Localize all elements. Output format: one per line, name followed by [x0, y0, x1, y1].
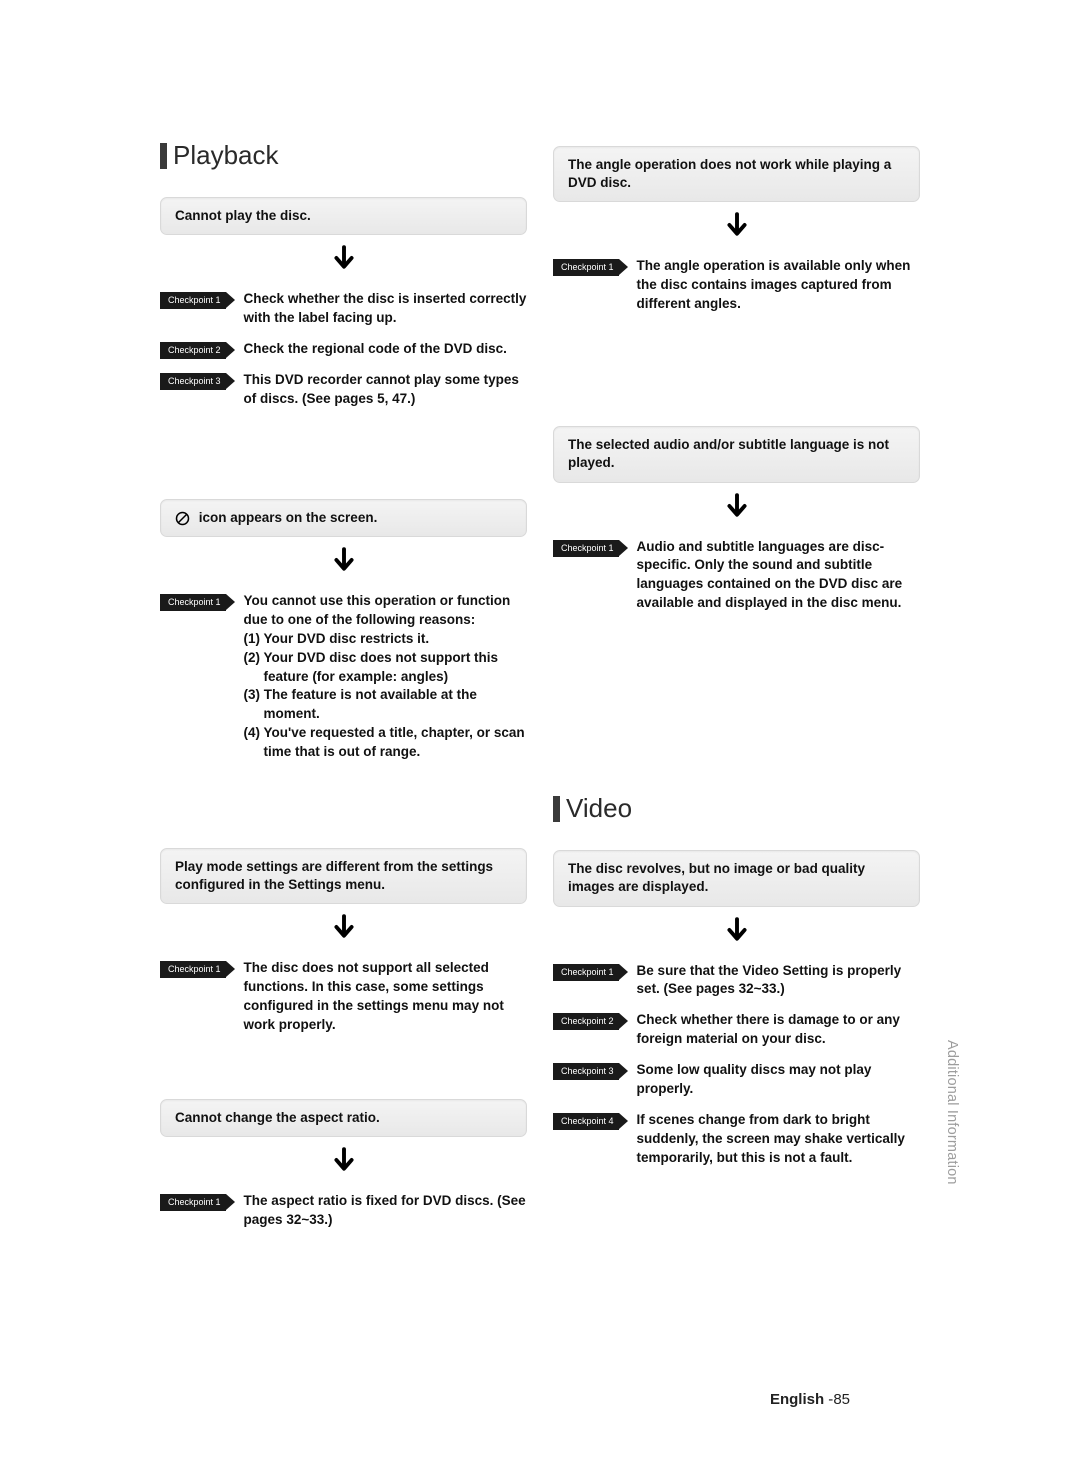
checkpoint-text: The disc does not support all selected f… [244, 959, 527, 1035]
prohibit-icon [175, 511, 190, 526]
checkpoint-sublist-item: (2) Your DVD disc does not support this … [244, 649, 527, 687]
checkpoint-row: Checkpoint 1 Be sure that the Video Setti… [553, 962, 920, 1000]
right-column: The angle operation does not work while … [553, 140, 920, 1260]
checkpoint-text: Check whether the disc is inserted corre… [244, 290, 527, 328]
checkpoint-badge: Checkpoint 1 [553, 964, 619, 981]
page: Playback Cannot play the disc. Checkpoint … [0, 0, 1080, 1470]
symptom-box: icon appears on the screen. [160, 499, 527, 537]
arrow-down [160, 245, 527, 276]
symptom-text: The disc revolves, but no image or bad q… [568, 861, 865, 894]
checkpoint-sublist-item: (4) You've requested a title, chapter, o… [244, 724, 527, 762]
troubleshoot-group: icon appears on the screen. Checkpoint 1 Y… [160, 499, 527, 762]
symptom-text: Cannot change the aspect ratio. [175, 1110, 380, 1125]
checkpoint-sublist-item: (3) The feature is not available at the … [244, 686, 527, 724]
left-column: Playback Cannot play the disc. Checkpoint … [160, 140, 527, 1260]
arrow-down-icon [331, 914, 357, 940]
symptom-text: icon appears on the screen. [199, 510, 378, 525]
arrow-down [160, 914, 527, 945]
checkpoint-badge: Checkpoint 1 [160, 594, 226, 611]
checkpoint-text: If scenes change from dark to bright sud… [637, 1111, 920, 1168]
arrow-down-icon [331, 547, 357, 573]
troubleshoot-group: Play mode settings are different from th… [160, 848, 527, 1035]
troubleshoot-group: Cannot change the aspect ratio. Checkpoin… [160, 1099, 527, 1230]
symptom-text: The angle operation does not work while … [568, 157, 891, 190]
checkpoint-badge: Checkpoint 1 [160, 1194, 226, 1211]
checkpoint-badge: Checkpoint 3 [553, 1063, 619, 1080]
checkpoint-text: Check the regional code of the DVD disc. [244, 340, 507, 359]
section-heading-text: Video [566, 793, 632, 824]
footer-language: English [770, 1391, 824, 1408]
checkpoint-badge: Checkpoint 1 [553, 540, 619, 557]
checkpoint-text: You cannot use this operation or functio… [244, 592, 527, 762]
troubleshoot-group: The angle operation does not work while … [553, 146, 920, 314]
checkpoint-row: Checkpoint 3 This DVD recorder cannot pla… [160, 371, 527, 409]
arrow-down [553, 493, 920, 524]
checkpoint-row: Checkpoint 3 Some low quality discs may n… [553, 1061, 920, 1099]
troubleshoot-group: The selected audio and/or subtitle langu… [553, 426, 920, 613]
symptom-box: Cannot change the aspect ratio. [160, 1099, 527, 1137]
two-column-layout: Playback Cannot play the disc. Checkpoint … [160, 140, 920, 1260]
checkpoint-row: Checkpoint 4 If scenes change from dark t… [553, 1111, 920, 1168]
checkpoint-text: The aspect ratio is fixed for DVD discs.… [244, 1192, 527, 1230]
checkpoint-text: Be sure that the Video Setting is proper… [637, 962, 920, 1000]
heading-bar-icon [160, 143, 167, 169]
checkpoint-text: Check whether there is damage to or any … [637, 1011, 920, 1049]
page-footer: English -85 [770, 1391, 850, 1408]
checkpoint-row: Checkpoint 1 Audio and subtitle languages… [553, 538, 920, 614]
checkpoint-text: The angle operation is available only wh… [637, 257, 920, 314]
arrow-down-icon [724, 212, 750, 238]
section-heading-text: Playback [173, 140, 279, 171]
symptom-box: Play mode settings are different from th… [160, 848, 527, 904]
checkpoint-badge: Checkpoint 1 [160, 961, 226, 978]
arrow-down [160, 1147, 527, 1178]
symptom-text: Play mode settings are different from th… [175, 859, 493, 892]
symptom-box: The disc revolves, but no image or bad q… [553, 850, 920, 906]
arrow-down [553, 917, 920, 948]
footer-page-prefix: - [824, 1391, 833, 1408]
checkpoint-badge: Checkpoint 4 [553, 1113, 619, 1130]
troubleshoot-group: Cannot play the disc. Checkpoint 1 Check w… [160, 197, 527, 409]
checkpoint-sublist-item: (1) Your DVD disc restricts it. [244, 630, 527, 649]
arrow-down-icon [724, 493, 750, 519]
checkpoint-row: Checkpoint 2 Check whether there is damag… [553, 1011, 920, 1049]
checkpoint-text: Audio and subtitle languages are disc-sp… [637, 538, 920, 614]
checkpoint-sublist: (1) Your DVD disc restricts it.(2) Your … [244, 630, 527, 762]
checkpoint-badge: Checkpoint 3 [160, 373, 226, 390]
troubleshoot-group: The disc revolves, but no image or bad q… [553, 850, 920, 1167]
arrow-down-icon [331, 1147, 357, 1173]
symptom-box: The selected audio and/or subtitle langu… [553, 426, 920, 482]
heading-bar-icon [553, 796, 560, 822]
section-heading: Playback [160, 140, 527, 171]
checkpoint-row: Checkpoint 1 You cannot use this operatio… [160, 592, 527, 762]
checkpoint-badge: Checkpoint 2 [160, 342, 226, 359]
checkpoint-text: Some low quality discs may not play prop… [637, 1061, 920, 1099]
checkpoint-row: Checkpoint 1 The aspect ratio is fixed fo… [160, 1192, 527, 1230]
checkpoint-badge: Checkpoint 1 [160, 292, 226, 309]
arrow-down [553, 212, 920, 243]
arrow-down-icon [724, 917, 750, 943]
checkpoint-row: Checkpoint 1 The disc does not support al… [160, 959, 527, 1035]
checkpoint-row: Checkpoint 1 Check whether the disc is in… [160, 290, 527, 328]
footer-page-number: 85 [833, 1391, 850, 1408]
checkpoint-text: This DVD recorder cannot play some types… [244, 371, 527, 409]
section-heading: Video [553, 793, 920, 824]
symptom-box: The angle operation does not work while … [553, 146, 920, 202]
checkpoint-badge: Checkpoint 2 [553, 1013, 619, 1030]
side-tab: Additional Information [944, 1040, 960, 1185]
checkpoint-row: Checkpoint 1 The angle operation is avail… [553, 257, 920, 314]
symptom-text: Cannot play the disc. [175, 208, 311, 223]
symptom-text: The selected audio and/or subtitle langu… [568, 437, 889, 470]
checkpoint-row: Checkpoint 2 Check the regional code of t… [160, 340, 527, 359]
checkpoint-badge: Checkpoint 1 [553, 259, 619, 276]
arrow-down-icon [331, 245, 357, 271]
symptom-box: Cannot play the disc. [160, 197, 527, 235]
arrow-down [160, 547, 527, 578]
